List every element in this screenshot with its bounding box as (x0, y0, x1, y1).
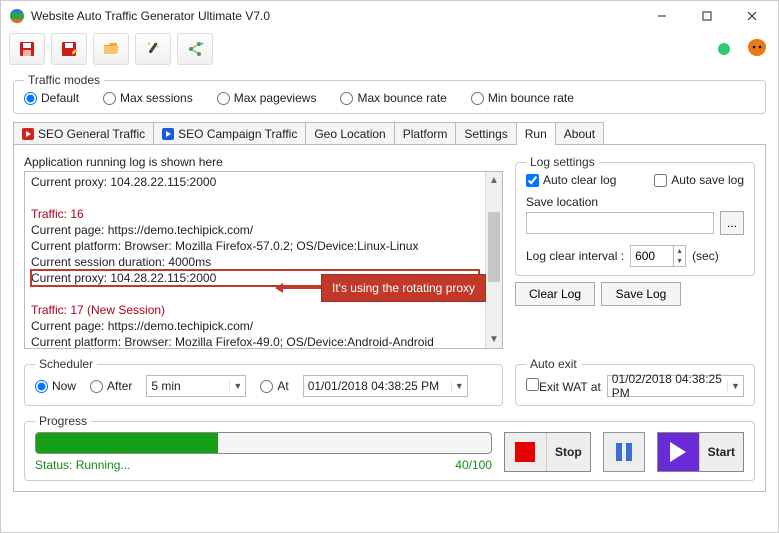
log-line: Current platform: Browser: Mozilla Firef… (31, 238, 479, 254)
log-line: Current proxy: 104.28.22.115:2000 (31, 174, 479, 190)
pause-icon (616, 443, 632, 461)
scheduler-after[interactable]: After (90, 379, 132, 393)
spin-up-icon[interactable]: ▲ (673, 246, 685, 256)
log-line: Traffic: 17 (New Session) (31, 302, 479, 318)
toolbar: + (1, 31, 778, 67)
interval-label: Log clear interval : (526, 249, 624, 263)
scheduler-group: Scheduler Now After 5 min▼ At 01/01/2018… (24, 357, 503, 406)
play-icon (658, 433, 700, 471)
at-datetime[interactable]: 01/01/2018 04:38:25 PM▼ (303, 375, 468, 397)
stop-button-group[interactable]: Stop (504, 432, 591, 472)
app-window: Website Auto Traffic Generator Ultimate … (0, 0, 779, 533)
mode-max-sessions[interactable]: Max sessions (103, 91, 193, 105)
exit-at-datetime[interactable]: 01/02/2018 04:38:25 PM▼ (607, 375, 744, 397)
svg-text:+: + (200, 41, 204, 48)
scroll-down-icon[interactable]: ▼ (486, 331, 502, 348)
save-location-input[interactable] (526, 212, 714, 234)
annotation-text: It's using the rotating proxy (321, 274, 486, 302)
progress-count: 40/100 (455, 458, 492, 472)
progress-bar (35, 432, 492, 454)
auto-clear-log[interactable]: Auto clear log (526, 173, 616, 187)
minimize-button[interactable] (639, 2, 684, 30)
run-panel: Application running log is shown here Cu… (13, 144, 766, 492)
browse-button[interactable]: ... (720, 211, 744, 235)
tab-geo[interactable]: Geo Location (305, 122, 394, 145)
tab-seo-campaign[interactable]: SEO Campaign Traffic (153, 122, 306, 145)
log-scrollbar[interactable]: ▲ ▼ (485, 172, 502, 348)
start-button-group[interactable]: Start (657, 432, 744, 472)
interval-input[interactable] (631, 247, 673, 265)
log-line: Current platform: Browser: Mozilla Firef… (31, 334, 479, 348)
scroll-up-icon[interactable]: ▲ (486, 172, 502, 189)
tab-seo-general[interactable]: SEO General Traffic (13, 122, 154, 145)
app-icon (9, 8, 25, 24)
arrow-icon (281, 287, 321, 289)
tab-about[interactable]: About (555, 122, 604, 145)
interval-unit: (sec) (692, 249, 719, 263)
tab-settings[interactable]: Settings (455, 122, 516, 145)
exit-at-checkbox[interactable]: Exit WAT at (526, 378, 601, 394)
start-label: Start (700, 433, 743, 471)
pause-button[interactable] (603, 432, 645, 472)
stop-icon (505, 433, 547, 471)
save-location-label: Save location (526, 195, 744, 209)
maximize-button[interactable] (684, 2, 729, 30)
mode-max-pageviews[interactable]: Max pageviews (217, 91, 317, 105)
scheduler-legend: Scheduler (35, 357, 97, 371)
titlebar: Website Auto Traffic Generator Ultimate … (1, 1, 778, 31)
progress-legend: Progress (35, 414, 91, 428)
log-box: Current proxy: 104.28.22.115:2000 Traffi… (24, 171, 503, 349)
interval-spinbox[interactable]: ▲▼ (630, 245, 686, 267)
tab-platform[interactable]: Platform (394, 122, 457, 145)
connection-status-icon (718, 43, 730, 55)
log-line: Traffic: 16 (31, 206, 479, 222)
scheduler-at[interactable]: At (260, 379, 288, 393)
log-caption: Application running log is shown here (24, 155, 503, 169)
auto-exit-legend: Auto exit (526, 357, 581, 371)
open-button[interactable] (93, 33, 129, 65)
status-text: Status: Running... (35, 458, 130, 472)
play-icon (22, 128, 34, 140)
wizard-button[interactable] (135, 33, 171, 65)
tab-run[interactable]: Run (516, 122, 556, 145)
auto-save-log[interactable]: Auto save log (654, 173, 744, 187)
after-combo[interactable]: 5 min▼ (146, 375, 246, 397)
annotation-callout: It's using the rotating proxy (281, 274, 486, 302)
mode-default[interactable]: Default (24, 91, 79, 105)
share-button[interactable]: + (177, 33, 213, 65)
save-as-button[interactable] (51, 33, 87, 65)
save-button[interactable] (9, 33, 45, 65)
mode-max-bounce[interactable]: Max bounce rate (340, 91, 446, 105)
scroll-thumb[interactable] (488, 212, 500, 282)
chevron-down-icon: ▼ (727, 381, 743, 391)
log-line: Current page: https://demo.techipick.com… (31, 222, 479, 238)
log-line: Current session duration: 4000ms (31, 254, 479, 270)
log-settings-group: Log settings Auto clear log Auto save lo… (515, 155, 755, 276)
stop-label: Stop (547, 433, 590, 471)
mode-min-bounce[interactable]: Min bounce rate (471, 91, 574, 105)
chevron-down-icon: ▼ (229, 381, 245, 391)
scheduler-now[interactable]: Now (35, 379, 76, 393)
traffic-modes-legend: Traffic modes (24, 73, 104, 87)
window-title: Website Auto Traffic Generator Ultimate … (31, 9, 270, 23)
mascot-icon (744, 36, 770, 62)
spin-down-icon[interactable]: ▼ (673, 256, 685, 266)
play-icon (162, 128, 174, 140)
clear-log-button[interactable]: Clear Log (515, 282, 595, 306)
close-button[interactable] (729, 2, 774, 30)
progress-group: Progress Status: Running... 40/100 Stop (24, 414, 755, 481)
auto-exit-group: Auto exit Exit WAT at 01/02/2018 04:38:2… (515, 357, 755, 406)
log-line: Current page: https://demo.techipick.com… (31, 318, 479, 334)
tabs: SEO General Traffic SEO Campaign Traffic… (13, 122, 766, 145)
log-content[interactable]: Current proxy: 104.28.22.115:2000 Traffi… (25, 172, 485, 348)
log-settings-legend: Log settings (526, 155, 599, 169)
chevron-down-icon: ▼ (451, 381, 467, 391)
traffic-modes-group: Traffic modes Default Max sessions Max p… (13, 73, 766, 114)
save-log-button[interactable]: Save Log (601, 282, 681, 306)
